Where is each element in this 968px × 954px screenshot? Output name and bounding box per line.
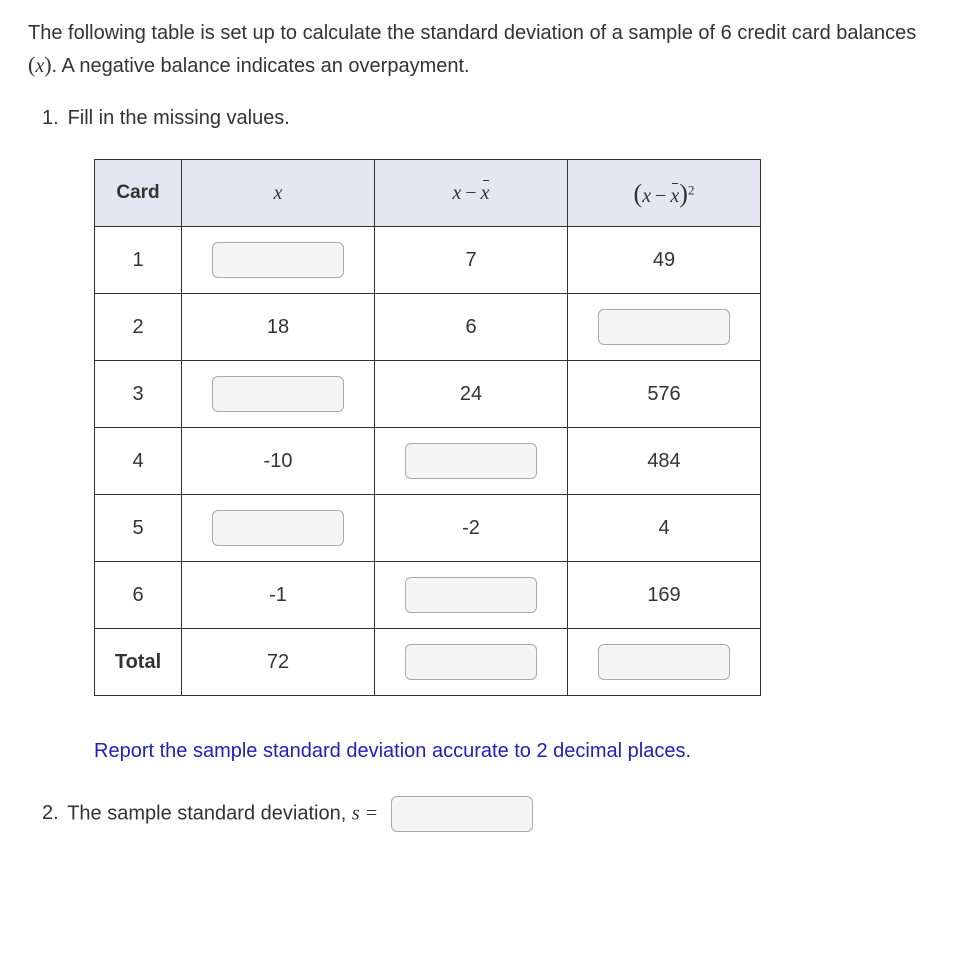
- intro-part2: . A negative balance indicates an overpa…: [52, 55, 470, 77]
- table-row: 6 -1 169: [95, 562, 761, 629]
- sq-cell: 484: [568, 428, 761, 495]
- sq-input[interactable]: [598, 309, 730, 345]
- table-row: 5 -2 4: [95, 495, 761, 562]
- card-cell: 2: [95, 294, 182, 361]
- q2-eq: =: [360, 802, 384, 824]
- x-cell: -1: [182, 562, 375, 629]
- card-cell: 3: [95, 361, 182, 428]
- header-card: Card: [95, 160, 182, 227]
- data-table: Card x x−x (x−x)2 1 7 49 2 18 6: [94, 159, 761, 696]
- x-cell: [182, 361, 375, 428]
- table-row: 1 7 49: [95, 227, 761, 294]
- x-cell: -10: [182, 428, 375, 495]
- dev-input[interactable]: [405, 577, 537, 613]
- intro-part1: The following table is set up to calcula…: [28, 22, 916, 44]
- intro-text: The following table is set up to calcula…: [28, 18, 940, 81]
- header-squared: (x−x)2: [568, 160, 761, 227]
- total-x: 72: [182, 629, 375, 696]
- card-cell: 5: [95, 495, 182, 562]
- intro-var: x: [35, 55, 44, 77]
- card-cell: 4: [95, 428, 182, 495]
- x-input[interactable]: [212, 242, 344, 278]
- hint-text: Report the sample standard deviation acc…: [94, 736, 940, 766]
- card-cell: 6: [95, 562, 182, 629]
- x-input[interactable]: [212, 376, 344, 412]
- total-dev-input[interactable]: [405, 644, 537, 680]
- q2-number: 2.: [42, 798, 62, 828]
- header-deviation: x−x: [375, 160, 568, 227]
- dev-cell: -2: [375, 495, 568, 562]
- table-row: 3 24 576: [95, 361, 761, 428]
- total-sq-input[interactable]: [598, 644, 730, 680]
- sq-cell: [568, 294, 761, 361]
- dev-cell: 6: [375, 294, 568, 361]
- sq-cell: 576: [568, 361, 761, 428]
- x-cell: [182, 227, 375, 294]
- question-1: 1. Fill in the missing values. Card x x−…: [42, 103, 940, 766]
- header-x: x: [182, 160, 375, 227]
- q2-var: s: [352, 802, 360, 824]
- dev-cell: [375, 562, 568, 629]
- sq-cell: 49: [568, 227, 761, 294]
- dev-cell: 7: [375, 227, 568, 294]
- sq-cell: 4: [568, 495, 761, 562]
- total-row: Total 72: [95, 629, 761, 696]
- q1-number: 1.: [42, 103, 62, 133]
- x-cell: [182, 495, 375, 562]
- dev-cell: 24: [375, 361, 568, 428]
- table-row: 4 -10 484: [95, 428, 761, 495]
- dev-cell: [375, 428, 568, 495]
- total-sq: [568, 629, 761, 696]
- total-label: Total: [95, 629, 182, 696]
- x-input[interactable]: [212, 510, 344, 546]
- card-cell: 1: [95, 227, 182, 294]
- table-row: 2 18 6: [95, 294, 761, 361]
- header-row: Card x x−x (x−x)2: [95, 160, 761, 227]
- q1-text: Fill in the missing values.: [68, 107, 290, 129]
- sq-cell: 169: [568, 562, 761, 629]
- q2-text: The sample standard deviation,: [67, 802, 352, 824]
- dev-input[interactable]: [405, 443, 537, 479]
- x-cell: 18: [182, 294, 375, 361]
- question-2: 2. The sample standard deviation, s =: [42, 796, 940, 832]
- sd-input[interactable]: [391, 796, 533, 832]
- total-dev: [375, 629, 568, 696]
